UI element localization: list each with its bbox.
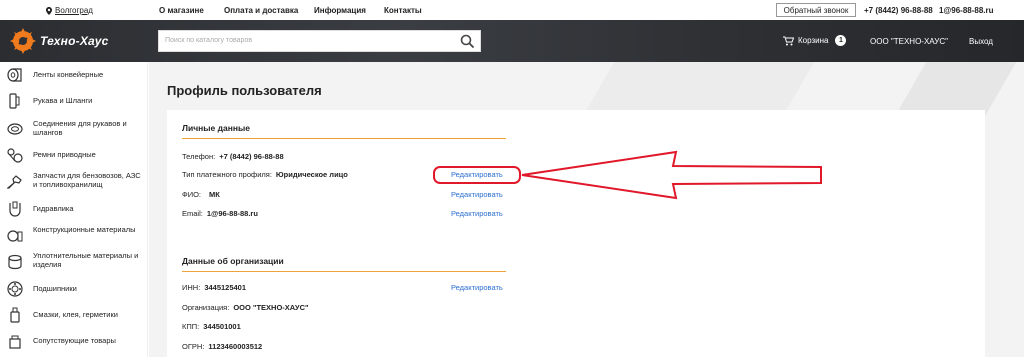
kpp-label: КПП: bbox=[182, 322, 200, 331]
sidebar-item-label: Соединения для рукавов и шлангов bbox=[33, 119, 127, 137]
logout-link[interactable]: Выход bbox=[969, 37, 993, 46]
city-name[interactable]: Волгоград bbox=[55, 6, 93, 15]
section-divider bbox=[182, 271, 506, 272]
sidebar-item-hoses[interactable]: Рукава и Шланги bbox=[0, 92, 148, 110]
sidebar-item-label: Рукава и Шланги bbox=[33, 96, 93, 105]
ogrn-value: 1123460003512 bbox=[208, 342, 263, 351]
profile-type-row: Тип платежного профиля: Юридическое лицо bbox=[182, 170, 348, 179]
nav-payment-delivery[interactable]: Оплата и доставка bbox=[224, 6, 298, 15]
profile-type-label: Тип платежного профиля: bbox=[182, 170, 272, 179]
profile-type-value: Юридическое лицо bbox=[275, 170, 348, 179]
materials-icon bbox=[7, 230, 23, 242]
nav-about[interactable]: О магазине bbox=[159, 6, 204, 15]
annotation-arrow bbox=[521, 150, 822, 200]
cart-count-badge: 1 bbox=[835, 35, 847, 46]
search-box[interactable]: Поиск по каталогу товаров bbox=[158, 30, 481, 52]
cart-label: Корзина bbox=[798, 36, 829, 45]
kpp-value: 344501001 bbox=[203, 322, 241, 331]
location-pin-icon bbox=[46, 6, 52, 15]
search-placeholder[interactable]: Поиск по каталогу товаров bbox=[165, 37, 252, 44]
sidebar-item-construction-materials[interactable]: Конструкционные материалы bbox=[0, 224, 148, 248]
phone-label: Телефон: bbox=[182, 152, 216, 161]
sidebar-item-lubricants[interactable]: Смазки, клея, герметики bbox=[0, 306, 148, 324]
inn-label: ИНН: bbox=[182, 283, 201, 292]
edit-fio-link[interactable]: Редактировать bbox=[451, 190, 503, 199]
hose-icon bbox=[9, 93, 20, 109]
inn-value: 3445125401 bbox=[204, 283, 247, 292]
misc-goods-icon bbox=[9, 335, 21, 349]
hydraulics-icon bbox=[9, 201, 21, 217]
main-content: Профиль пользователя Личные данные Телеф… bbox=[149, 62, 1024, 357]
top-email[interactable]: 1@96-88-88.ru bbox=[939, 6, 994, 15]
org-data-title: Данные об организации bbox=[182, 256, 284, 266]
cart-icon bbox=[783, 36, 794, 45]
sidebar-item-related-goods[interactable]: Сопутствующие товары bbox=[0, 332, 148, 350]
phone-row: Телефон: +7 (8442) 96-88-88 bbox=[182, 152, 284, 161]
section-divider bbox=[182, 138, 506, 139]
company-name-link[interactable]: ООО "ТЕХНО-ХАУС" bbox=[870, 37, 948, 46]
fuel-nozzle-icon bbox=[7, 175, 22, 189]
ogrn-label: ОГРН: bbox=[182, 342, 205, 351]
sidebar-item-label: Подшипники bbox=[33, 284, 77, 293]
sidebar-item-bearings[interactable]: Подшипники bbox=[0, 280, 148, 298]
conveyor-roll-icon bbox=[7, 68, 22, 82]
email-row: Email: 1@96-88-88.ru bbox=[182, 209, 258, 218]
city-selector[interactable]: Волгоград bbox=[46, 6, 93, 15]
org-value: ООО "ТЕХНО-ХАУС" bbox=[233, 303, 309, 312]
saw-blade-logo-icon bbox=[10, 28, 36, 54]
email-label: Email: bbox=[182, 209, 203, 218]
sidebar-item-label: Ремни приводные bbox=[33, 150, 96, 159]
sidebar-item-hydraulics[interactable]: Гидравлика bbox=[0, 200, 148, 218]
org-label: Организация: bbox=[182, 303, 230, 312]
bearing-icon bbox=[7, 281, 23, 297]
sidebar-item-label: Ленты конвейерные bbox=[33, 70, 104, 79]
top-phone[interactable]: +7 (8442) 96-88-88 bbox=[864, 6, 933, 15]
header: Техно-Хаус Поиск по каталогу товаров Кор… bbox=[0, 20, 1024, 62]
top-bar: Волгоград О магазине Оплата и доставка И… bbox=[0, 0, 1024, 20]
edit-org-link[interactable]: Редактировать bbox=[451, 283, 503, 292]
page-title: Профиль пользователя bbox=[167, 83, 322, 98]
sidebar-item-label: Уплотнительные материалы и изделия bbox=[33, 251, 139, 269]
sidebar-item-label: Конструкционные материалы bbox=[33, 225, 136, 234]
nav-info[interactable]: Информация bbox=[314, 6, 366, 15]
drive-belt-icon bbox=[7, 148, 23, 163]
kpp-row: КПП: 344501001 bbox=[182, 322, 241, 331]
fio-label: ФИО: bbox=[182, 190, 202, 199]
sidebar-item-label: Запчасти для бензовозов, АЗС и топливохр… bbox=[33, 171, 141, 189]
inn-row: ИНН: 3445125401 bbox=[182, 283, 246, 292]
sidebar-item-fuel-parts[interactable]: Запчасти для бензовозов, АЗС и топливохр… bbox=[0, 170, 148, 196]
sidebar-item-conveyor-belts[interactable]: Ленты конвейерные bbox=[0, 66, 148, 84]
fio-value: МК bbox=[209, 190, 220, 199]
logo[interactable]: Техно-Хаус bbox=[10, 28, 109, 54]
email-value: 1@96-88-88.ru bbox=[206, 209, 258, 218]
sidebar-item-label: Гидравлика bbox=[33, 204, 74, 213]
annotation-highlight bbox=[433, 166, 521, 184]
nav-contacts[interactable]: Контакты bbox=[384, 6, 422, 15]
cart-link[interactable]: Корзина 1 bbox=[783, 35, 847, 46]
logo-text: Техно-Хаус bbox=[40, 34, 109, 48]
seal-roll-icon bbox=[8, 254, 22, 270]
sidebar-item-sealing-materials[interactable]: Уплотнительные материалы и изделия bbox=[0, 250, 148, 274]
phone-value: +7 (8442) 96-88-88 bbox=[219, 152, 284, 161]
lubricant-bottle-icon bbox=[10, 307, 20, 323]
fio-row: ФИО: МК bbox=[182, 190, 220, 199]
org-name-row: Организация: ООО "ТЕХНО-ХАУС" bbox=[182, 303, 309, 312]
personal-data-title: Личные данные bbox=[182, 123, 250, 133]
profile-card: Личные данные Телефон: +7 (8442) 96-88-88… bbox=[167, 110, 985, 357]
catalog-sidebar: Ленты конвейерные Рукава и Шланги Соедин… bbox=[0, 62, 148, 357]
search-icon[interactable] bbox=[460, 34, 475, 49]
sidebar-item-label: Смазки, клея, герметики bbox=[33, 310, 118, 319]
sidebar-item-label: Сопутствующие товары bbox=[33, 336, 116, 345]
hose-clamp-icon bbox=[7, 123, 23, 135]
sidebar-item-hose-connections[interactable]: Соединения для рукавов и шлангов bbox=[0, 118, 148, 140]
callback-button[interactable]: Обратный звонок bbox=[776, 3, 856, 17]
edit-email-link[interactable]: Редактировать bbox=[451, 209, 503, 218]
ogrn-row: ОГРН: 1123460003512 bbox=[182, 342, 262, 351]
sidebar-item-drive-belts[interactable]: Ремни приводные bbox=[0, 146, 148, 164]
